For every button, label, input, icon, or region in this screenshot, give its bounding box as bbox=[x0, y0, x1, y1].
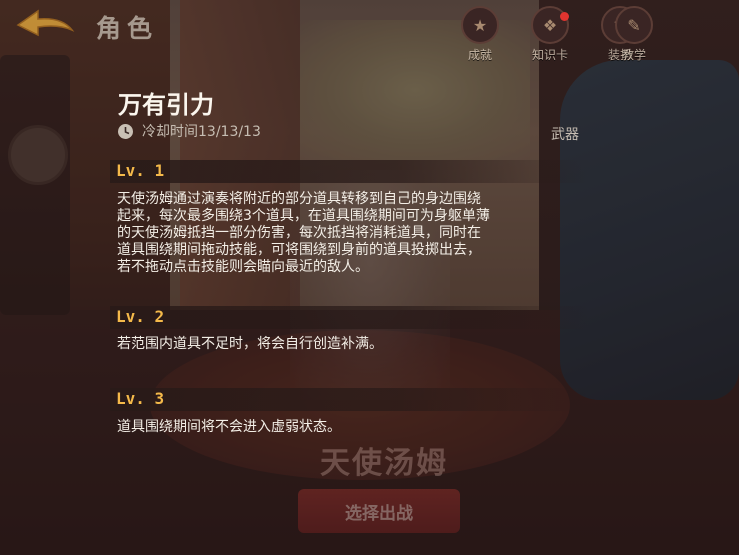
level-description-2: 若范围内道具不足时，将会自行创造补满。 bbox=[117, 336, 587, 353]
description-line: 道具围绕期间拖动技能，可将围绕到身前的道具投掷出去， bbox=[117, 242, 481, 258]
level-label: Lv. 3 bbox=[116, 389, 165, 408]
notification-badge bbox=[560, 12, 569, 21]
skill-title: 万有引力 bbox=[118, 91, 214, 119]
level-header-3: Lv. 3 bbox=[110, 388, 590, 411]
tutorial-label: 教学 bbox=[621, 48, 646, 62]
description-line: 的天使汤姆抵挡一部分伤害，每次抵挡将消耗道具，同时在 bbox=[117, 225, 481, 241]
knowledge-card-label: 知识卡 bbox=[531, 48, 568, 62]
level-label: Lv. 1 bbox=[116, 161, 165, 180]
cooldown-text: 冷却时间13/13/13 bbox=[142, 124, 261, 140]
knowledge-card-button[interactable]: ❖ 知识卡 bbox=[521, 6, 579, 62]
page-title: 角色 bbox=[96, 14, 159, 43]
select-for-battle-button[interactable]: 选择出战 bbox=[298, 489, 460, 533]
achievement-icon: ★ bbox=[461, 6, 499, 44]
level-description-3: 道具围绕期间将不会进入虚弱状态。 bbox=[117, 419, 587, 436]
level-label: Lv. 2 bbox=[116, 307, 165, 326]
tutorial-icon: ✎ bbox=[615, 6, 653, 44]
tutorial-button[interactable]: ✎ 教学 bbox=[612, 6, 656, 62]
description-line: 若不拖动点击技能则会瞄向最近的敌人。 bbox=[117, 259, 369, 275]
description-line: 道具围绕期间将不会进入虚弱状态。 bbox=[117, 419, 341, 435]
level-description-1: 天使汤姆通过演奏将附近的部分道具转移到自己的身边围绕 起来，每次最多围绕3个道具… bbox=[117, 191, 587, 276]
description-line: 天使汤姆通过演奏将附近的部分道具转移到自己的身边围绕 bbox=[117, 191, 481, 207]
achievement-button[interactable]: ★ 成就 bbox=[451, 6, 509, 62]
select-button-label: 选择出战 bbox=[345, 503, 413, 524]
back-button[interactable] bbox=[14, 8, 76, 42]
clock-icon bbox=[118, 123, 133, 139]
description-line: 起来，每次最多围绕3个道具，在道具围绕期间可为身躯单薄 bbox=[117, 208, 490, 224]
level-header-1: Lv. 1 bbox=[110, 160, 590, 183]
back-arrow-icon bbox=[16, 9, 75, 37]
achievement-label: 成就 bbox=[467, 48, 492, 62]
skill-type: 武器 bbox=[551, 127, 579, 143]
cooldown-row: 冷却时间13/13/13 bbox=[117, 121, 261, 141]
description-line: 若范围内道具不足时，将会自行创造补满。 bbox=[117, 336, 383, 352]
level-header-2: Lv. 2 bbox=[110, 306, 590, 329]
character-name: 天使汤姆 bbox=[320, 446, 448, 481]
